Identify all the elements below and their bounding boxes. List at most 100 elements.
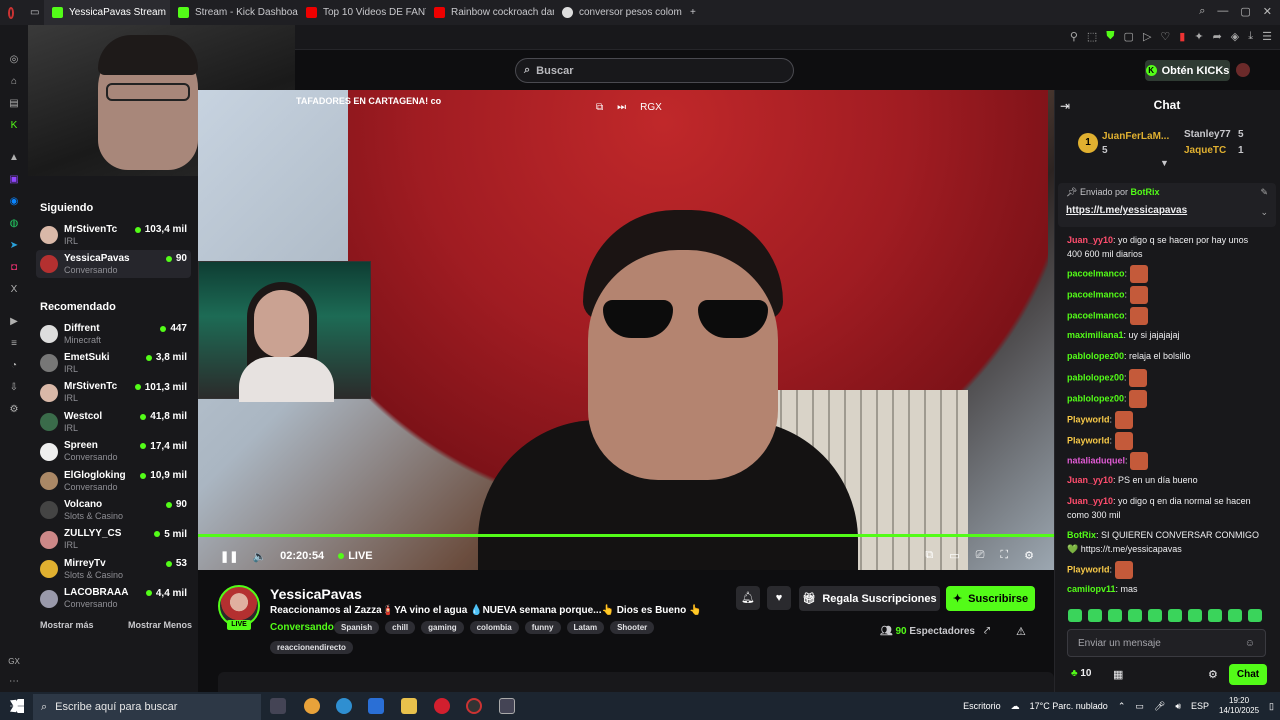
network-icon[interactable]: ▭ (1135, 701, 1144, 712)
music-icon[interactable]: ▶ (7, 315, 21, 329)
app-icon[interactable] (499, 698, 515, 714)
store-icon[interactable]: ▦ (1113, 668, 1123, 681)
speed-dial-icon[interactable]: ◎ (7, 53, 21, 67)
mic-icon[interactable]: 🎤︎ (1154, 701, 1165, 712)
taskbar-search[interactable]: ⌕ Escribe aquí para buscar (33, 694, 261, 720)
volume-icon[interactable]: 🔈 (252, 550, 266, 563)
emote-icon[interactable] (1068, 609, 1082, 622)
task-view-icon[interactable] (270, 698, 286, 714)
emote-icon[interactable] (1128, 609, 1142, 622)
chat-username[interactable]: maximiliana1 (1067, 330, 1124, 340)
aria-icon[interactable]: ▲ (7, 151, 21, 165)
clock[interactable]: 19:20 14/10/2025 (1219, 696, 1259, 716)
get-kicks-button[interactable]: K Obtén KICKs (1145, 60, 1230, 81)
downloads-icon[interactable]: ⇩ (7, 381, 21, 395)
menu-icon[interactable]: ☰ (1262, 30, 1272, 43)
video-progress-bar[interactable] (198, 534, 1054, 537)
points-display[interactable]: ♣ 10 (1071, 668, 1091, 679)
gx-icon[interactable]: GX (7, 655, 21, 669)
tab-top10[interactable]: Top 10 Videos DE FANTAS (298, 0, 426, 25)
twitch-icon[interactable]: ▣ (7, 173, 21, 187)
shield-icon[interactable]: ⛊ (1106, 30, 1114, 43)
sidebar-item-yessicapavas[interactable]: YessicaPavas Conversando 90 (36, 250, 191, 279)
search-icon[interactable]: ⌕ (1199, 5, 1205, 18)
sidebar-item-westcol[interactable]: Westcol IRL 41,8 mil (36, 408, 191, 436)
report-icon[interactable]: ⚠ (1016, 625, 1026, 638)
snapshot-icon[interactable]: ⬚ (1087, 30, 1097, 43)
chat-username[interactable]: pablolopez00 (1067, 351, 1124, 361)
expand-leaderboard-icon[interactable]: ▼ (1160, 158, 1169, 168)
emote-icon[interactable] (1088, 609, 1102, 622)
pin-icon[interactable]: ⚲ (1070, 30, 1078, 43)
chat-send-button[interactable]: Chat (1229, 664, 1267, 685)
emote-icon[interactable] (1148, 609, 1162, 622)
player-icon[interactable]: ▤ (7, 97, 21, 111)
desktop-label[interactable]: Escritorio (963, 701, 1001, 711)
skip-icon[interactable]: ⏭ (617, 102, 626, 113)
tag[interactable]: Latam (566, 621, 605, 634)
sidebar-item-volcano[interactable]: Volcano Slots & Casino 90 (36, 496, 191, 524)
sidebar-item-mirreytv[interactable]: MirreyTv Slots & Casino 53 (36, 555, 191, 583)
obs-icon[interactable] (466, 698, 482, 714)
heart-icon[interactable]: ♥ (767, 586, 791, 610)
tag[interactable]: reaccionendirecto (270, 641, 353, 654)
sidebar-item-zullyy_cs[interactable]: ZULLYY_CS IRL 5 mil (36, 526, 191, 554)
sidebar-item-elglogloking[interactable]: ElGlogloking Conversando 10,9 mil (36, 467, 191, 495)
new-tab-button[interactable]: + (682, 0, 704, 25)
tag[interactable]: chill (385, 621, 416, 634)
bell-icon[interactable]: 🔔︎ (736, 586, 760, 610)
rgx-icon[interactable]: RGX (640, 102, 662, 113)
avatar[interactable] (1236, 63, 1250, 77)
sidebar-item-mrstiventc[interactable]: MrStivenTc IRL 103,4 mil (36, 221, 191, 249)
tab-conversor[interactable]: conversor pesos colomb (554, 0, 682, 25)
chevron-up-icon[interactable]: ⌃ (1118, 701, 1126, 712)
play-icon[interactable]: ▷ (1143, 30, 1151, 43)
unpin-icon[interactable]: ✎ (1260, 187, 1268, 198)
pinned-link[interactable]: https://t.me/yessicapavas (1066, 205, 1187, 216)
tab-rainbow-cockroach[interactable]: Rainbow cockroach danc (426, 0, 554, 25)
settings-icon[interactable]: ⚙ (1024, 549, 1034, 562)
emoji-icon[interactable]: ☺ (1245, 638, 1255, 649)
more-icon[interactable]: ⋯ (7, 675, 21, 689)
tag[interactable]: gaming (421, 621, 464, 634)
minimize-icon[interactable]: — (1217, 5, 1228, 18)
sidebar-item-lacobraaa[interactable]: LACOBRAAA Conversando 4,4 mil (36, 585, 191, 613)
clip-icon[interactable]: ⎚ (976, 549, 985, 562)
gift-subs-button[interactable]: 🎁︎ Regala Suscripciones (799, 586, 940, 611)
sidebar-item-emetsuki[interactable]: EmetSuki IRL 3,8 mil (36, 349, 191, 377)
language-indicator[interactable]: ESP (1191, 701, 1209, 711)
folder-icon[interactable] (401, 698, 417, 714)
close-icon[interactable]: ✕ (1263, 5, 1272, 18)
emote-icon[interactable] (1248, 609, 1262, 622)
chat-username[interactable]: Juan_yy10 (1067, 235, 1113, 245)
share-icon[interactable]: ⤤ (984, 625, 990, 638)
heart-icon[interactable]: ♡ (1160, 30, 1170, 43)
tab-kick-dashboard[interactable]: Stream - Kick Dashboard (170, 0, 298, 25)
chat-username[interactable]: pacoelmanco (1067, 268, 1125, 278)
chat-username[interactable]: Playworld (1067, 564, 1110, 574)
fullscreen-icon[interactable]: ⛶ (1000, 549, 1008, 562)
tabs-icon[interactable]: ≡ (7, 337, 21, 351)
emote-icon[interactable] (1228, 609, 1242, 622)
windows-start-icon[interactable] (10, 699, 24, 713)
subscribe-button[interactable]: ✦ Suscribirse (946, 586, 1035, 611)
chat-username[interactable]: pablolopez00 (1067, 393, 1124, 403)
edge-icon[interactable] (336, 698, 352, 714)
chat-username[interactable]: pablolopez00 (1067, 372, 1124, 382)
emote-icon[interactable] (1188, 609, 1202, 622)
leader-name[interactable]: JaqueTC (1184, 145, 1226, 156)
chat-username[interactable]: Playworld (1067, 435, 1110, 445)
tag[interactable]: Shooter (610, 621, 655, 634)
emote-icon[interactable] (1168, 609, 1182, 622)
kick-icon[interactable]: K (7, 119, 21, 133)
weather-text[interactable]: 17°C Parc. nublado (1030, 701, 1108, 711)
show-less-button[interactable]: Mostrar Menos (128, 620, 192, 630)
tab-manager-icon[interactable]: ▭ (22, 0, 44, 25)
history-icon[interactable]: ◔ (7, 359, 21, 373)
tag[interactable]: colombia (469, 621, 519, 634)
notification-icon[interactable]: ▯ (1269, 701, 1274, 712)
puzzle-icon[interactable]: ✦ (1194, 30, 1203, 43)
extension-icon[interactable]: ▮ (1179, 30, 1185, 43)
chat-username[interactable]: camilopv11 (1067, 584, 1116, 594)
stream-category[interactable]: Conversando (270, 622, 334, 633)
